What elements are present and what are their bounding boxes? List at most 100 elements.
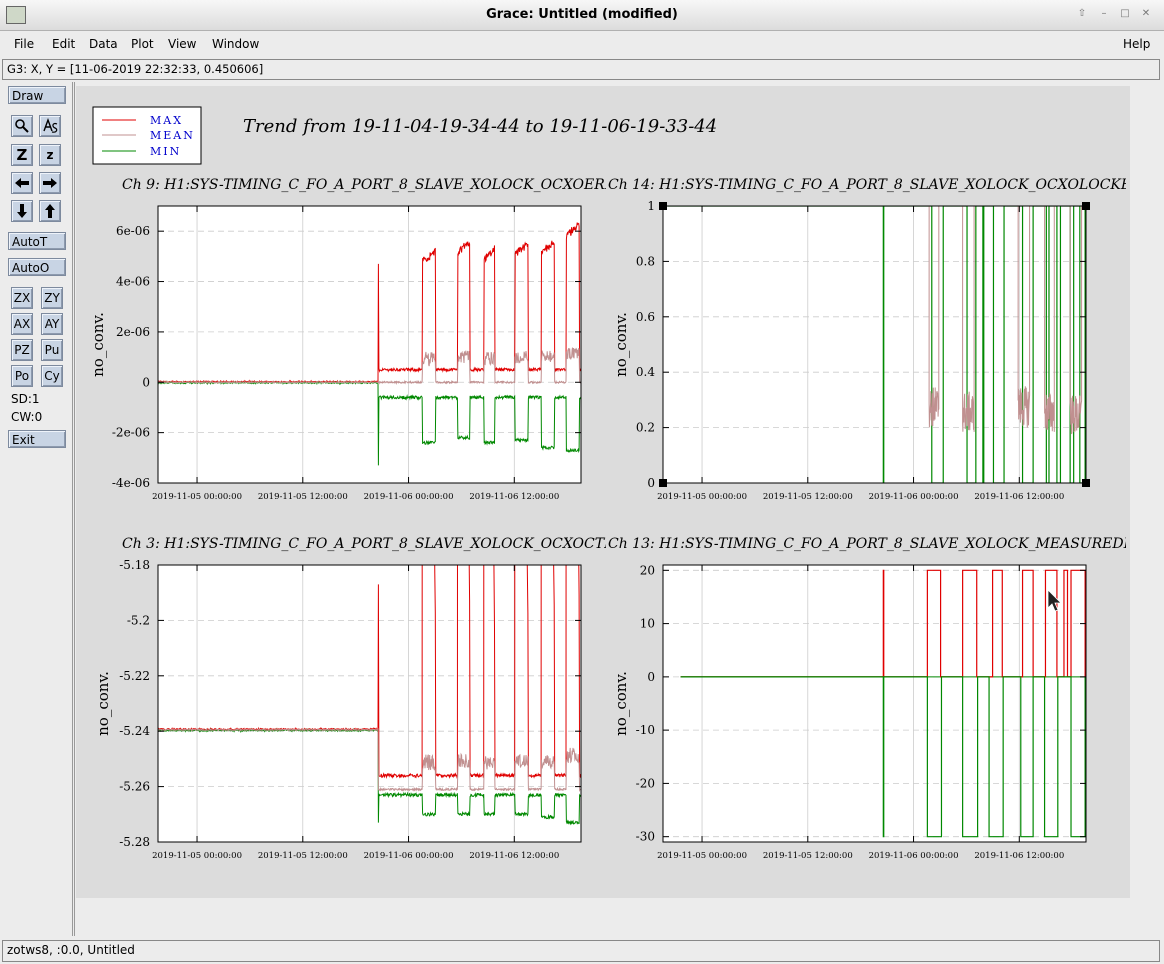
plot-area <box>158 565 581 842</box>
menu-help[interactable]: Help <box>1123 37 1150 51</box>
legend-mean-label: MEAN <box>150 129 195 142</box>
y-tick-label: -2e-06 <box>112 426 150 440</box>
selection-handle[interactable] <box>659 202 667 210</box>
y-tick-label: -5.18 <box>119 558 150 572</box>
draw-button[interactable]: Draw <box>8 86 66 104</box>
y-tick-label: -20 <box>636 776 655 790</box>
x-tick-label: 2019-11-06 00:00:00 <box>364 492 454 502</box>
scroll-up-button[interactable] <box>39 200 61 222</box>
graph-title: Ch 9: H1:SYS-TIMING_C_FO_A_PORT_8_SLAVE_… <box>122 177 626 193</box>
graph-1[interactable]: 0 0.2 0.4 0.6 0.8 1 2019-11-05 00:00:00 2019-11… <box>608 177 1130 502</box>
graph-title: Ch 3: H1:SYS-TIMING_C_FO_A_PORT_8_SLAVE_… <box>122 536 624 552</box>
status-bar: zotws8, :0.0, Untitled <box>2 940 1160 962</box>
autoscale-button[interactable] <box>39 115 61 137</box>
zoom-button[interactable] <box>11 115 33 137</box>
menu-data[interactable]: Data <box>89 37 118 51</box>
y-tick-label: -5.24 <box>119 724 150 738</box>
left-arrow-icon <box>15 178 29 188</box>
zoom-in-icon: Z <box>16 146 28 164</box>
y-tick-label: 0.4 <box>636 365 655 379</box>
y-tick-label: -5.2 <box>127 613 150 627</box>
y-axis-label: no_conv. <box>612 671 630 736</box>
menu-file[interactable]: File <box>14 37 34 51</box>
y-tick-label: 6e-06 <box>116 224 150 238</box>
menu-view[interactable]: View <box>168 37 196 51</box>
ax-button[interactable]: AX <box>11 313 33 335</box>
exit-button[interactable]: Exit <box>8 430 66 448</box>
shade-icon[interactable]: ⇧ <box>1076 8 1088 20</box>
scroll-down-button[interactable] <box>11 200 33 222</box>
y-tick-label: -5.28 <box>119 835 150 849</box>
cw-label: CW:0 <box>11 410 43 424</box>
menu-plot[interactable]: Plot <box>131 37 154 51</box>
ay-button[interactable]: AY <box>41 313 63 335</box>
autoo-button[interactable]: AutoO <box>8 258 66 276</box>
selection-handle[interactable] <box>659 479 667 487</box>
y-tick-label: 2e-06 <box>116 325 150 339</box>
toolbar: Draw Z z AutoT AutoO ZX ZY AX AY PZ Pu P… <box>2 82 73 936</box>
x-tick-label: 2019-11-05 12:00:00 <box>763 492 853 502</box>
y-tick-label: 0.6 <box>636 310 655 324</box>
pz-button[interactable]: PZ <box>11 339 33 361</box>
figure-title: Trend from 19-11-04-19-34-44 to 19-11-06… <box>243 116 717 137</box>
up-arrow-icon <box>45 204 55 218</box>
close-icon[interactable]: ✕ <box>1140 8 1152 20</box>
x-tick-label: 2019-11-06 12:00:00 <box>469 851 559 861</box>
zoom-out-button[interactable]: z <box>39 144 61 166</box>
graph-3[interactable]: -30 -20 -10 0 10 20 2019-11-05 00:00:00 2019-11… <box>608 536 1130 861</box>
menu-window[interactable]: Window <box>212 37 259 51</box>
y-tick-label: 0.8 <box>636 254 655 268</box>
x-tick-label: 2019-11-06 12:00:00 <box>974 492 1064 502</box>
y-tick-label: 0 <box>647 670 655 684</box>
autot-button[interactable]: AutoT <box>8 232 66 250</box>
title-bar: Grace: Untitled (modified) ⇧ – □ ✕ <box>0 0 1164 31</box>
scroll-left-button[interactable] <box>11 172 33 194</box>
x-tick-label: 2019-11-06 12:00:00 <box>469 492 559 502</box>
x-tick-label: 2019-11-06 00:00:00 <box>364 851 454 861</box>
autoscale-icon <box>43 117 58 133</box>
y-axis-label: no_conv. <box>89 312 107 377</box>
scroll-right-button[interactable] <box>39 172 61 194</box>
pu-button[interactable]: Pu <box>41 339 63 361</box>
x-tick-label: 2019-11-05 00:00:00 <box>152 851 242 861</box>
legend[interactable]: MAX MEAN MIN <box>92 106 202 165</box>
y-tick-label: 0 <box>142 375 150 389</box>
graph-0[interactable]: -4e-06 -2e-06 0 2e-06 4e-06 6e-06 2019-11-05 0… <box>89 177 626 502</box>
cy-button[interactable]: Cy <box>41 365 63 387</box>
maximize-icon[interactable]: □ <box>1119 8 1131 20</box>
zoom-icon <box>15 119 29 133</box>
x-tick-label: 2019-11-05 00:00:00 <box>657 492 747 502</box>
locator-bar: G3: X, Y = [11-06-2019 22:32:33, 0.45060… <box>2 59 1160 80</box>
x-tick-label: 2019-11-05 00:00:00 <box>657 851 747 861</box>
zx-button[interactable]: ZX <box>11 287 33 309</box>
x-tick-label: 2019-11-05 12:00:00 <box>258 851 348 861</box>
window-title: Grace: Untitled (modified) <box>486 7 678 22</box>
y-tick-label: -4e-06 <box>112 476 150 490</box>
menu-edit[interactable]: Edit <box>52 37 75 51</box>
y-tick-label: 1 <box>647 199 655 213</box>
menu-bar: File Edit Data Plot View Window Help <box>0 31 1164 57</box>
selection-handle[interactable] <box>1082 479 1090 487</box>
plot-canvas[interactable]: MAX MEAN MIN Trend from 19-11-04-19-34-4… <box>76 86 1130 898</box>
x-tick-label: 2019-11-05 12:00:00 <box>258 492 348 502</box>
locator-text: G3: X, Y = [11-06-2019 22:32:33, 0.45060… <box>7 62 264 76</box>
po-button[interactable]: Po <box>11 365 33 387</box>
plot-area <box>158 206 581 483</box>
x-tick-label: 2019-11-05 12:00:00 <box>763 851 853 861</box>
zoom-in-button[interactable]: Z <box>11 144 33 166</box>
selection-handle[interactable] <box>1082 202 1090 210</box>
zy-button[interactable]: ZY <box>41 287 63 309</box>
graph-title: Ch 13: H1:SYS-TIMING_C_FO_A_PORT_8_SLAVE… <box>608 536 1130 552</box>
y-tick-label: -5.22 <box>119 669 150 683</box>
right-arrow-icon <box>43 178 57 188</box>
status-text: zotws8, :0.0, Untitled <box>7 943 135 957</box>
legend-max-label: MAX <box>150 114 183 127</box>
down-arrow-icon <box>17 204 27 218</box>
y-tick-label: 10 <box>640 617 655 631</box>
minimize-icon[interactable]: – <box>1098 8 1110 20</box>
y-axis-label: no_conv. <box>94 671 112 736</box>
y-tick-label: -30 <box>636 830 655 844</box>
y-axis-label: no_conv. <box>612 312 630 377</box>
y-tick-label: 0.2 <box>636 421 655 435</box>
x-tick-label: 2019-11-05 00:00:00 <box>152 492 242 502</box>
